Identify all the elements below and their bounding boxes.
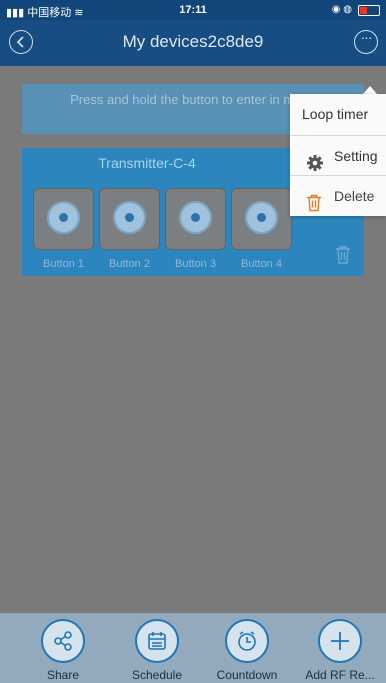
- menu-item-label: Setting: [334, 148, 378, 164]
- countdown-label: Countdown: [216, 668, 278, 682]
- calendar-icon: [148, 632, 166, 650]
- menu-item-setting[interactable]: Setting: [290, 136, 386, 176]
- schedule-label: Schedule: [131, 668, 183, 682]
- trash-icon: [306, 187, 322, 227]
- menu-pointer: [363, 86, 377, 94]
- page-title: My devices2c8de9: [122, 32, 264, 51]
- share-icon: [54, 631, 72, 651]
- schedule-button-circle: [135, 619, 179, 663]
- rf-button-2[interactable]: [99, 188, 160, 250]
- countdown-button-circle: [225, 619, 269, 663]
- status-bar: ▮▮▮ 中国移动 ≋ 17:11 ◉ ◍: [0, 0, 386, 20]
- share-button-circle: [41, 619, 85, 663]
- nav-bar: My devices2c8de9 ···: [0, 20, 386, 66]
- menu-item-delete[interactable]: Delete: [290, 176, 386, 216]
- device-name: Transmitter-C-4: [98, 155, 196, 171]
- rf-button-label: Button 1: [43, 258, 84, 270]
- plus-icon: [331, 632, 349, 650]
- add-button-circle: [318, 619, 362, 663]
- ellipsis-icon: ···: [360, 29, 373, 45]
- share-button[interactable]: Share: [23, 619, 103, 682]
- add-rf-remote-label: Add RF Re...: [305, 668, 375, 682]
- clock-icon: [238, 631, 256, 651]
- menu-item-label: Loop timer: [302, 106, 369, 122]
- remote-button-icon: [113, 201, 146, 234]
- remote-button-icon: [245, 201, 278, 234]
- schedule-button[interactable]: Schedule: [117, 619, 197, 682]
- countdown-button[interactable]: Countdown: [207, 619, 287, 682]
- rf-button-label: Button 2: [109, 258, 150, 270]
- rf-button-4[interactable]: [231, 188, 292, 250]
- rf-button-3[interactable]: [165, 188, 226, 250]
- delete-device-button[interactable]: [334, 245, 352, 270]
- add-rf-remote-button[interactable]: Add RF Re...: [300, 619, 380, 682]
- battery-icon: [358, 5, 380, 16]
- options-menu: Loop timer Setting Delete: [290, 94, 386, 216]
- menu-item-label: Delete: [334, 188, 375, 204]
- status-time: 17:11: [179, 4, 207, 16]
- menu-item-loop-timer[interactable]: Loop timer: [290, 94, 386, 134]
- remote-button-icon: [179, 201, 212, 234]
- more-options-button[interactable]: ···: [354, 30, 378, 54]
- trash-icon: [336, 246, 350, 264]
- bottom-toolbar: Share Schedule Countdown Add RF Re...: [0, 613, 386, 683]
- rf-button-label: Button 4: [241, 258, 282, 270]
- status-icons: ◉ ◍: [331, 4, 352, 15]
- share-label: Share: [46, 668, 80, 682]
- remote-button-icon: [47, 201, 80, 234]
- rf-button-1[interactable]: [33, 188, 94, 250]
- rf-button-label: Button 3: [175, 258, 216, 270]
